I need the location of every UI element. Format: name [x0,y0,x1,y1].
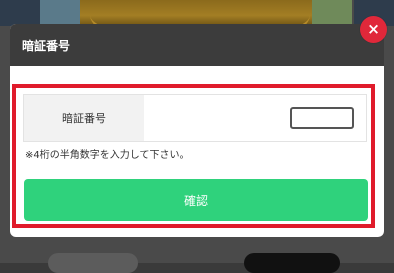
modal-title: 暗証番号 [22,38,71,53]
pin-form-row: 暗証番号 [23,94,367,142]
hero-right-decoration [312,0,352,26]
pin-field-cell [144,95,366,141]
hero-banner-image [40,0,352,26]
pin-input[interactable] [290,107,354,129]
pin-instruction-note: ※4桁の半角数字を入力して下さい。 [25,150,190,161]
hero-left-decoration [40,0,80,26]
pin-field-label: 暗証番号 [24,95,144,141]
background-button-right [244,253,340,273]
background-button-left [48,253,138,273]
modal-header: 暗証番号 [10,24,384,66]
hero-arc-decoration [90,0,310,26]
carousel-prev-area [0,0,40,26]
pin-modal: 暗証番号 暗証番号 ※4桁の半角数字を入力して下さい。 確認 [10,24,384,237]
close-icon[interactable]: × [360,16,387,43]
confirm-button[interactable]: 確認 [24,179,368,221]
